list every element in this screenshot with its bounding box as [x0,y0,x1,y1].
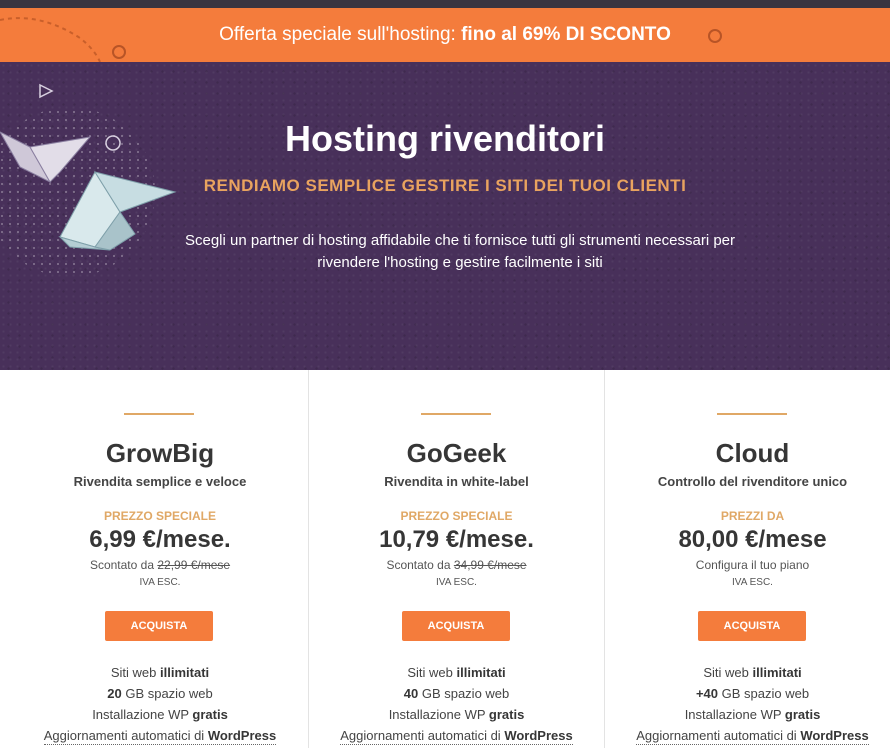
vat-note: IVA ESC. [139,577,181,588]
feature-value: illimitati [456,665,506,680]
top-strip [0,0,890,8]
vat-note: IVA ESC. [436,577,477,588]
plan-name: Cloud [715,438,790,468]
feature-websites: Siti web illimitati [309,665,604,680]
old-price: 22,99 €/mese [157,558,231,572]
plan-name: GoGeek [406,438,507,468]
feature-value: gratis [784,707,821,722]
plan-card-cloud: Cloud Controllo del rivenditore unico PR… [604,370,890,748]
feature-value: WordPress [207,728,277,743]
promo-text-normal: Offerta speciale sull'hosting: [219,24,456,45]
feature-text: Installazione WP [92,707,189,722]
plan-tagline: Rivendita in white-label [384,474,529,489]
old-price: 34,99 €/mese [453,558,527,572]
feature-tooltip-trigger[interactable]: Aggiornamenti automatici di WordPress [43,728,277,745]
feature-text: GB spazio web [125,686,213,701]
price-label: PREZZO SPECIALE [103,509,216,523]
discount-prefix: Scontato da [89,558,154,572]
feature-text: Aggiornamenti automatici di [340,728,501,743]
feature-tooltip-trigger[interactable]: Aggiornamenti automatici di WordPress [636,728,869,745]
hero-title: Hosting rivenditori [284,118,605,159]
plan-name: GrowBig [105,438,215,468]
hero-description-line-2: rivendere l'hosting e gestire facilmente… [317,254,603,271]
feature-value: gratis [192,707,228,722]
feature-value: WordPress [800,728,869,743]
hero-section: Hosting rivenditori RENDIAMO SEMPLICE GE… [0,62,890,370]
feature-value: illimitati [752,665,802,680]
feature-wp-install: Installazione WP gratis [309,707,604,722]
plan-price: 80,00 €/mese [678,526,827,553]
feature-value: illimitati [160,665,210,680]
plan-tagline: Rivendita semplice e veloce [73,474,247,489]
promo-text: Offerta speciale sull'hosting: fino al 6… [0,8,890,62]
feature-text: GB spazio web [721,686,810,701]
feature-value: 40 [403,686,419,701]
feature-wp-updates[interactable]: Aggiornamenti automatici di WordPress [605,728,890,745]
feature-value: WordPress [504,728,573,743]
plan-card-growbig: GrowBig Rivendita semplice e veloce PREZ… [12,370,308,748]
feature-text: Siti web [110,665,157,680]
feature-storage: 20 GB spazio web [12,686,308,701]
feature-text: Siti web [703,665,749,680]
discount-note: Scontato da 34,99 €/mese [309,558,604,572]
vat-note: IVA ESC. [732,577,773,588]
feature-wp-install: Installazione WP gratis [12,707,308,722]
feature-text: Installazione WP [684,707,782,722]
hero-description: Scegli un partner di hosting affidabile … [150,230,770,274]
feature-value: 20 [107,686,122,701]
feature-wp-updates[interactable]: Aggiornamenti automatici di WordPress [12,728,308,745]
discount-prefix: Scontato da [386,558,451,572]
hero-description-line-1: Scegli un partner di hosting affidabile … [184,232,735,249]
feature-storage: +40 GB spazio web [605,686,890,701]
accent-line [124,413,194,415]
feature-wp-updates[interactable]: Aggiornamenti automatici di WordPress [309,728,604,745]
plan-card-gogeek: GoGeek Rivendita in white-label PREZZO S… [308,370,604,748]
feature-websites: Siti web illimitati [605,665,890,680]
feature-text: Aggiornamenti automatici di [636,728,797,743]
promo-banner[interactable]: Offerta speciale sull'hosting: fino al 6… [0,8,890,62]
discount-note: Scontato da 22,99 €/mese [12,558,308,572]
plans-section: GrowBig Rivendita semplice e veloce PREZ… [0,370,890,748]
buy-button[interactable]: ACQUISTA [698,611,806,641]
buy-button[interactable]: ACQUISTA [402,611,510,641]
feature-text: GB spazio web [421,686,510,701]
feature-text: Installazione WP [388,707,486,722]
promo-text-highlight: fino al 69% DI SCONTO [461,24,671,45]
feature-storage: 40 GB spazio web [309,686,604,701]
plan-price: 6,99 €/mese. [89,526,231,553]
feature-text: Aggiornamenti automatici di [43,728,205,743]
feature-websites: Siti web illimitati [12,665,308,680]
accent-line [717,413,787,415]
plan-price: 10,79 €/mese. [379,526,534,553]
price-label: PREZZO SPECIALE [400,509,513,523]
feature-value: gratis [488,707,525,722]
configure-note: Configura il tuo piano [695,558,810,572]
feature-tooltip-trigger[interactable]: Aggiornamenti automatici di WordPress [340,728,573,745]
price-label: PREZZI DA [720,509,785,523]
feature-text: Siti web [407,665,453,680]
feature-value: +40 [695,686,718,701]
buy-button[interactable]: ACQUISTA [105,611,213,641]
accent-line [421,413,491,415]
feature-wp-install: Installazione WP gratis [605,707,890,722]
hero-subtitle: RENDIAMO SEMPLICE GESTIRE I SITI DEI TUO… [203,176,687,195]
plan-tagline: Controllo del rivenditore unico [657,474,848,489]
